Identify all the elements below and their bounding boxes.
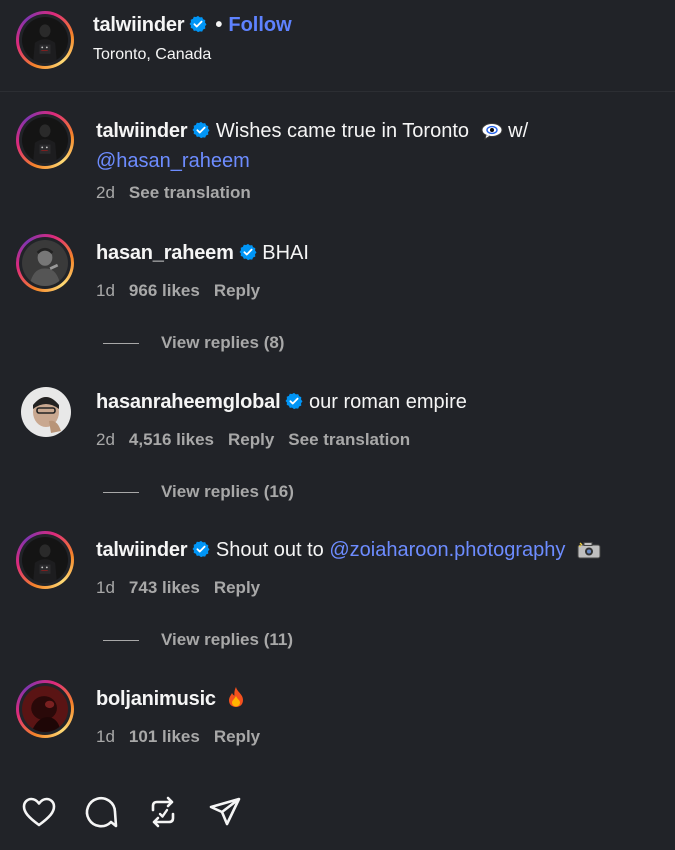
view-replies-button[interactable]: View replies (8) xyxy=(103,333,284,353)
comment-text-after: w/ xyxy=(508,120,529,142)
share-icon[interactable] xyxy=(206,793,244,831)
header-location[interactable]: Toronto, Canada xyxy=(93,46,211,64)
heart-icon[interactable] xyxy=(20,793,58,831)
header-separator: • xyxy=(215,14,223,36)
view-replies-label: View replies (8) xyxy=(161,333,285,352)
comment-username[interactable]: hasanraheemglobal xyxy=(96,391,281,413)
comment-username[interactable]: hasan_raheem xyxy=(96,242,234,264)
avatar[interactable] xyxy=(16,680,74,738)
like-count[interactable]: 966 likes xyxy=(129,281,200,300)
avatar[interactable] xyxy=(21,387,71,437)
comment-username[interactable]: talwiinder xyxy=(96,539,188,561)
fire-emoji xyxy=(227,686,245,716)
follow-button[interactable]: Follow xyxy=(228,14,291,36)
verified-badge-icon xyxy=(239,243,257,261)
comment-body: hasan_raheem BHAI xyxy=(96,240,656,267)
like-count[interactable]: 4,516 likes xyxy=(129,430,214,449)
see-translation-button[interactable]: See translation xyxy=(129,183,251,202)
comment-username[interactable]: talwiinder xyxy=(96,120,188,142)
avatar[interactable] xyxy=(16,531,74,589)
verified-badge-icon xyxy=(192,121,210,139)
replies-divider xyxy=(103,491,139,493)
comment-time: 2d xyxy=(96,430,115,449)
comment-icon[interactable] xyxy=(82,793,120,831)
header-avatar[interactable] xyxy=(16,11,74,69)
comment-meta: 1d 101 likes Reply xyxy=(96,727,274,747)
comment-username[interactable]: boljanimusic xyxy=(96,688,216,710)
view-replies-button[interactable]: View replies (11) xyxy=(103,630,293,650)
verified-badge-icon xyxy=(189,15,207,33)
comment-text: Wishes came true in Toronto xyxy=(215,120,469,142)
comments-panel: talwiinder • Follow Toronto, Canada talwii… xyxy=(0,0,675,850)
view-replies-label: View replies (16) xyxy=(161,482,294,501)
like-count[interactable]: 101 likes xyxy=(129,727,200,746)
comment-meta: 1d 743 likes Reply xyxy=(96,578,274,598)
header-username[interactable]: talwiinder xyxy=(93,14,185,36)
view-replies-button[interactable]: View replies (16) xyxy=(103,482,294,502)
comment-time: 1d xyxy=(96,727,115,746)
comment-body: talwiinder Shout out to @zoiaharoon.phot… xyxy=(96,537,656,567)
comment-time: 2d xyxy=(96,183,115,202)
replies-divider xyxy=(103,342,139,344)
comment-time: 1d xyxy=(96,578,115,597)
comment-text: Shout out to xyxy=(215,539,324,561)
comment-body: talwiinder Wishes came true in Toronto w… xyxy=(96,118,656,175)
mention-link[interactable]: @zoiaharoon.photography xyxy=(329,539,565,561)
post-action-bar xyxy=(20,793,244,831)
post-header: talwiinder • Follow Toronto, Canada xyxy=(0,0,675,92)
view-replies-label: View replies (11) xyxy=(161,630,293,649)
comment-body: hasanraheemglobal our roman empire xyxy=(96,389,656,416)
comment-meta: 2d See translation xyxy=(96,183,265,203)
reply-button[interactable]: Reply xyxy=(214,578,260,597)
reply-button[interactable]: Reply xyxy=(214,727,260,746)
verified-badge-icon xyxy=(192,540,210,558)
reply-button[interactable]: Reply xyxy=(214,281,260,300)
comment-text: our roman empire xyxy=(309,391,467,413)
eye-in-speech-bubble-emoji xyxy=(481,121,503,148)
comment-body: boljanimusic xyxy=(96,686,656,716)
avatar[interactable] xyxy=(16,111,74,169)
camera-with-flash-emoji xyxy=(577,540,601,567)
header-user-line: talwiinder • Follow xyxy=(93,14,292,37)
comment-text: BHAI xyxy=(262,242,309,264)
avatar[interactable] xyxy=(16,234,74,292)
repost-icon[interactable] xyxy=(144,793,182,831)
comment-meta: 2d 4,516 likes Reply See translation xyxy=(96,430,424,450)
reply-button[interactable]: Reply xyxy=(228,430,274,449)
comment-meta: 1d 966 likes Reply xyxy=(96,281,274,301)
like-count[interactable]: 743 likes xyxy=(129,578,200,597)
replies-divider xyxy=(103,639,139,641)
see-translation-button[interactable]: See translation xyxy=(288,430,410,449)
verified-badge-icon xyxy=(285,392,303,410)
comment-time: 1d xyxy=(96,281,115,300)
mention-link[interactable]: @hasan_raheem xyxy=(96,150,250,172)
